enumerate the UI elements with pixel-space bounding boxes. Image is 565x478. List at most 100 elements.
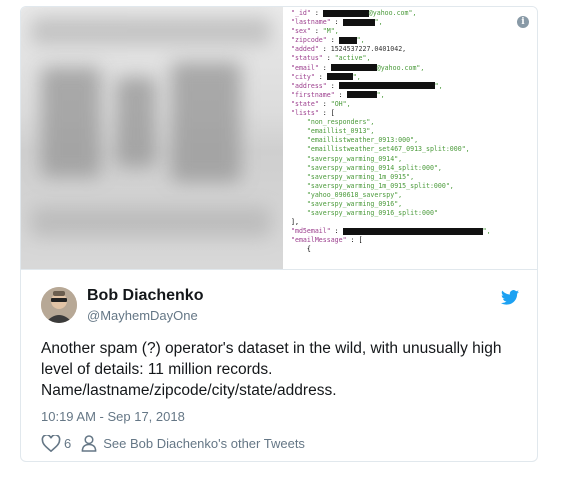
code-token: "emaillistweather_set467_0913_split:000"… xyxy=(291,145,470,154)
code-token: "saverspy_warming_0914_split:000", xyxy=(291,163,442,172)
code-line: "lastname" : ", xyxy=(291,18,537,27)
code-token: "email" xyxy=(291,63,319,72)
code-token: : [ xyxy=(346,236,363,245)
twitter-bird-icon[interactable] xyxy=(501,290,519,305)
code-token: "saverspy_warming_0916_split:000" xyxy=(291,209,438,218)
code-token: "city" xyxy=(291,72,315,81)
code-token: : xyxy=(318,99,331,108)
other-tweets-link[interactable]: See Bob Diachenko's other Tweets xyxy=(81,435,305,452)
code-token: @yahoo.com", xyxy=(376,63,425,72)
code-token: ", xyxy=(356,36,365,45)
code-line: "firstname" : ", xyxy=(291,90,537,100)
code-token: { xyxy=(291,245,311,254)
code-token: @yahoo.com", xyxy=(368,9,417,17)
code-line: "saverspy_warming_1m_0915_split:000", xyxy=(291,181,537,191)
code-line: "state" : "OH", xyxy=(291,99,537,109)
code-token: : xyxy=(322,54,335,63)
code-line: "emailMessage" : [ xyxy=(291,236,537,245)
code-line: "added" : 1524537227.0401042, xyxy=(291,45,537,54)
code-line: "status" : "active", xyxy=(291,54,537,63)
redaction-bar xyxy=(346,91,377,99)
author-name[interactable]: Bob Diachenko xyxy=(87,287,203,305)
code-line: "md5email" : ", xyxy=(291,227,537,236)
code-token: "M", xyxy=(322,27,339,36)
code-line: "saverspy_warming_0916_split:000" xyxy=(291,209,537,218)
code-line: "saverspy_warming_0916", xyxy=(291,199,537,209)
code-token: "address" xyxy=(291,81,327,90)
code-token: : xyxy=(314,72,327,81)
code-line: ], xyxy=(291,218,537,227)
like-button[interactable]: 6 xyxy=(41,435,71,452)
code-line: "emaillistweather_set467_0913_split:000"… xyxy=(291,145,537,154)
code-line: "email" : @yahoo.com", xyxy=(291,63,537,73)
blurred-image-section xyxy=(21,7,283,269)
redaction-bar xyxy=(342,227,483,235)
tweet-actions: 6 See Bob Diachenko's other Tweets xyxy=(41,435,305,452)
code-line: "city" : ", xyxy=(291,72,537,82)
code-token: "lastname" xyxy=(291,18,331,27)
code-token: "md5email" xyxy=(291,227,331,236)
other-tweets-label: See Bob Diachenko's other Tweets xyxy=(103,436,305,451)
code-token: "status" xyxy=(291,54,323,63)
code-token: "yahoo_090618_saverspy", xyxy=(291,190,403,199)
code-line: "zipcode" : ", xyxy=(291,36,537,45)
redaction-bar xyxy=(326,73,353,81)
code-token: "lists" xyxy=(291,109,319,118)
code-token: "saverspy_warming_1m_0915", xyxy=(291,172,415,181)
code-token: ", xyxy=(374,18,383,27)
code-token: : xyxy=(326,81,339,90)
code-token: "active", xyxy=(334,54,371,63)
author-handle[interactable]: @MayhemDayOne xyxy=(87,308,198,323)
info-icon[interactable]: i xyxy=(517,16,529,28)
code-token: "emailMessage" xyxy=(291,236,347,245)
code-token: : xyxy=(334,90,347,99)
code-line: "saverspy_warming_0914_split:000", xyxy=(291,163,537,173)
code-token: "saverspy_warming_0916", xyxy=(291,199,403,208)
code-token: : xyxy=(310,9,323,17)
tweet-text-line: Name/lastname/zipcode/city/state/address… xyxy=(41,382,337,399)
code-token: "_id" xyxy=(291,9,311,17)
code-token: : xyxy=(318,63,331,72)
code-token: "saverspy_warming_0914", xyxy=(291,154,403,163)
code-token: "non_responders", xyxy=(291,118,375,127)
code-token: "firstname" xyxy=(291,90,335,99)
code-token: : [ xyxy=(318,109,335,118)
tweet-text: Another spam (?) operator's dataset in t… xyxy=(41,338,511,401)
redaction-bar xyxy=(322,9,369,17)
json-code-section: "_id" : @yahoo.com", "lastname" : ", "sex"… xyxy=(283,7,537,269)
code-token: "emaillistweather_0913:000", xyxy=(291,136,419,145)
code-token: 1524537227.0401042, xyxy=(330,45,407,54)
avatar[interactable] xyxy=(41,287,77,323)
code-token: "sex" xyxy=(291,27,311,36)
code-token: "added" xyxy=(291,45,319,54)
redaction-bar xyxy=(338,82,435,90)
code-line: "non_responders", xyxy=(291,118,537,127)
tweet-text-line: level of details: 11 million records. xyxy=(41,361,273,378)
tweet-timestamp[interactable]: 10:19 AM - Sep 17, 2018 xyxy=(41,409,185,424)
code-token: : xyxy=(318,45,331,54)
code-token: : xyxy=(330,18,343,27)
code-token: : xyxy=(310,27,323,36)
code-token: "OH", xyxy=(330,99,351,108)
code-token: "zipcode" xyxy=(291,36,327,45)
code-line: "saverspy_warming_0914", xyxy=(291,154,537,164)
code-token: ", xyxy=(352,72,361,81)
redaction-bar xyxy=(338,36,357,44)
like-count: 6 xyxy=(64,436,72,451)
code-token: : xyxy=(330,227,343,236)
code-token: "saverspy_warming_1m_0915_split:000", xyxy=(291,181,454,190)
tweet-body: Bob Diachenko @MayhemDayOne Another spam… xyxy=(21,269,537,461)
person-icon xyxy=(81,435,97,452)
code-line: "sex" : "M", xyxy=(291,27,537,36)
code-line: "_id" : @yahoo.com", xyxy=(291,9,537,18)
code-line: "saverspy_warming_1m_0915", xyxy=(291,172,537,182)
code-token: : xyxy=(326,36,339,45)
code-line: "emaillist_0913", xyxy=(291,127,537,136)
redaction-bar xyxy=(342,18,375,26)
code-line: "lists" : [ xyxy=(291,109,537,118)
code-line: "yahoo_090618_saverspy", xyxy=(291,190,537,200)
code-token: ", xyxy=(482,227,491,236)
embedded-tweet-card: "_id" : @yahoo.com", "lastname" : ", "sex"… xyxy=(20,6,538,462)
heart-icon xyxy=(41,435,61,452)
tweet-media-image[interactable]: "_id" : @yahoo.com", "lastname" : ", "sex"… xyxy=(21,7,537,269)
